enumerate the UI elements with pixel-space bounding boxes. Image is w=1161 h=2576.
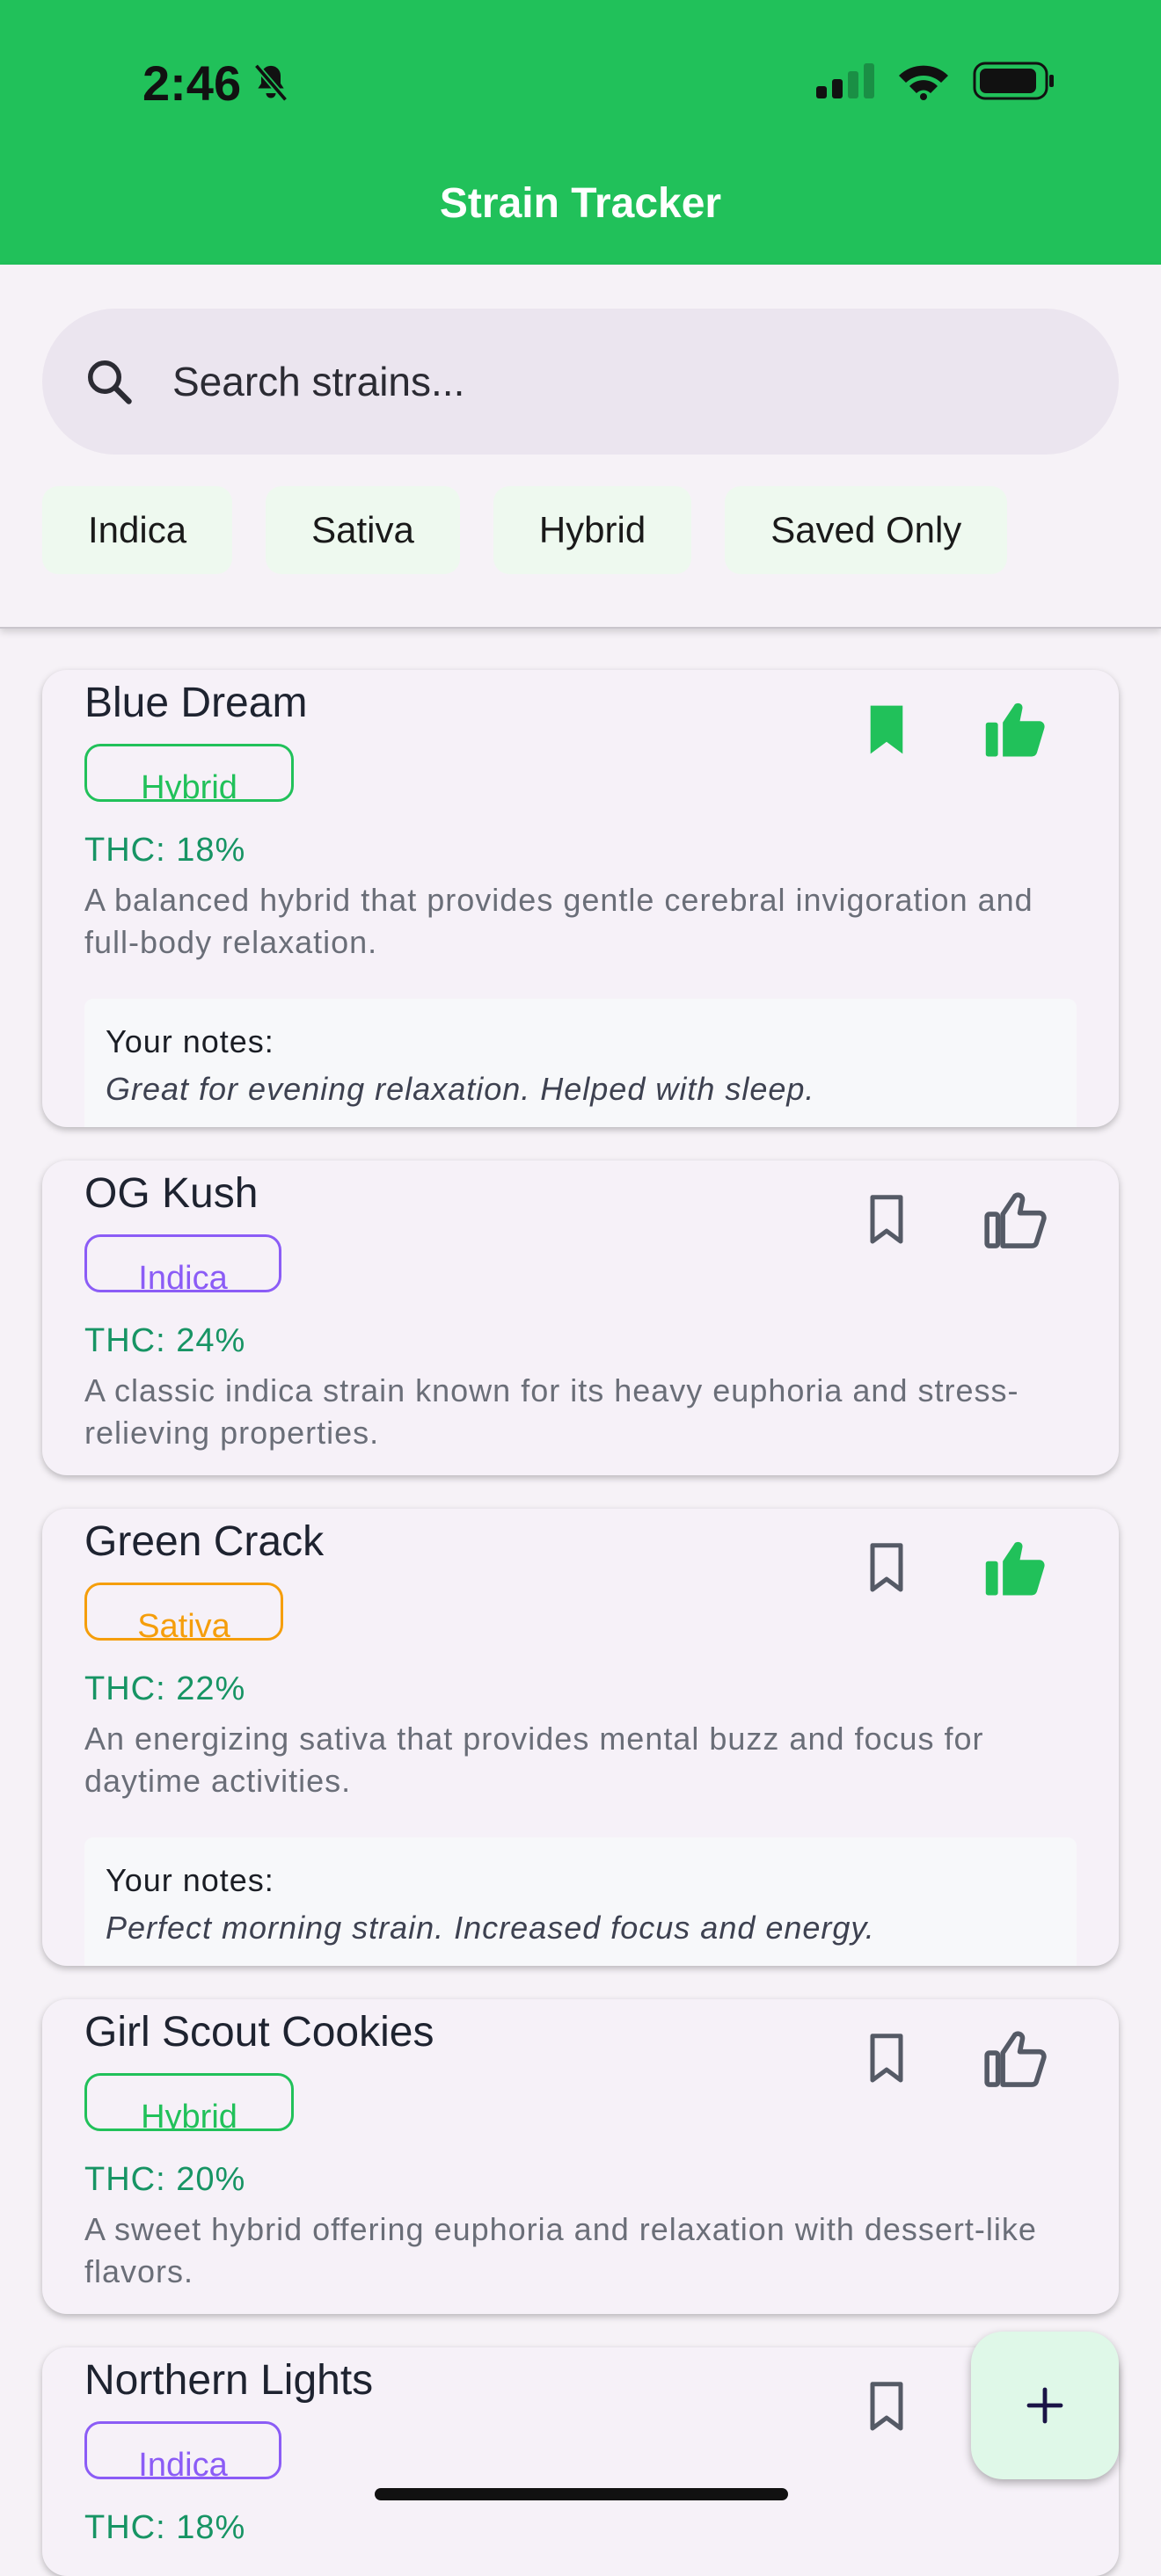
strain-name: Blue Dream <box>84 680 308 726</box>
strain-type-label: Indica <box>138 1260 228 1292</box>
bookmark-outline-icon[interactable] <box>862 2031 911 2087</box>
notes-label: Your notes: <box>106 1862 274 1898</box>
thc-value: THC: 22% <box>84 1670 246 1707</box>
search-icon <box>88 360 132 404</box>
cellular-signal-icon <box>816 63 874 98</box>
status-icons <box>816 62 1055 100</box>
search-bar[interactable] <box>42 309 1119 455</box>
filter-chip-hybrid[interactable]: Hybrid <box>493 486 692 574</box>
chip-label: Sativa <box>311 509 414 550</box>
strain-card[interactable]: OG Kush Indica THC: 24% A classic indica… <box>42 1161 1119 1475</box>
search-input[interactable] <box>171 357 1054 406</box>
notes-box: Your notes: Great for evening relaxation… <box>84 999 1077 1127</box>
battery-icon <box>973 62 1054 100</box>
thc-value: THC: 18% <box>84 832 246 869</box>
filter-chip-indica[interactable]: Indica <box>42 486 233 574</box>
strain-type-label: Hybrid <box>141 2099 237 2131</box>
strain-type-label: Sativa <box>137 1608 230 1641</box>
strain-type-badge: Hybrid <box>84 744 294 802</box>
plus-icon <box>1026 2387 1063 2424</box>
thc-value: THC: 18% <box>84 2509 246 2546</box>
filter-chip-saved-only[interactable]: Saved Only <box>725 486 1008 574</box>
home-indicator[interactable] <box>375 2488 788 2500</box>
strain-card[interactable]: Blue Dream Hybrid THC: 18% A balanced hy… <box>42 670 1119 1127</box>
app-bar: 2:46 Strain Tracker <box>0 0 1161 265</box>
strain-description: A sweet hybrid offering euphoria and rel… <box>84 2211 1037 2289</box>
notes-box: Your notes: Perfect morning strain. Incr… <box>84 1837 1077 1966</box>
strain-card[interactable]: Girl Scout Cookies Hybrid THC: 20% A swe… <box>42 1999 1119 2314</box>
chip-label: Indica <box>88 509 187 550</box>
page-title: Strain Tracker <box>439 180 722 227</box>
search-panel: Indica Sativa Hybrid Saved Only <box>0 265 1161 629</box>
strain-description: A balanced hybrid that provides gentle c… <box>84 882 1033 960</box>
filter-chips: Indica Sativa Hybrid Saved Only <box>42 486 1008 574</box>
strain-name: Northern Lights <box>84 2357 374 2404</box>
strain-card[interactable]: Green Crack Sativa THC: 22% An energizin… <box>42 1509 1119 1966</box>
strain-description: An energizing sativa that provides menta… <box>84 1721 984 1799</box>
bookmark-outline-icon[interactable] <box>862 1192 911 1248</box>
bell-muted-icon <box>253 62 288 102</box>
strain-type-badge: Sativa <box>84 1583 283 1641</box>
strain-type-label: Hybrid <box>141 769 237 802</box>
thumbs-up-outline-icon[interactable] <box>983 2029 1047 2089</box>
filter-chip-sativa[interactable]: Sativa <box>266 486 460 574</box>
thumbs-up-filled-icon[interactable] <box>983 700 1047 760</box>
strain-name: Girl Scout Cookies <box>84 2009 434 2056</box>
wifi-icon <box>899 65 948 100</box>
thumbs-up-outline-icon[interactable] <box>983 1190 1047 1250</box>
strain-type-badge: Indica <box>84 2421 281 2479</box>
strain-type-label: Indica <box>138 2447 228 2479</box>
notes-label: Your notes: <box>106 1023 274 1059</box>
bookmark-outline-icon[interactable] <box>862 2379 911 2435</box>
time-text: 2:46 <box>142 55 242 111</box>
thc-value: THC: 20% <box>84 2161 246 2198</box>
bookmark-outline-icon[interactable] <box>862 1540 911 1597</box>
thc-value: THC: 24% <box>84 1322 246 1359</box>
strain-name: Green Crack <box>84 1518 325 1565</box>
notes-text: Perfect morning strain. Increased focus … <box>106 1910 875 1946</box>
status-time: 2:46 <box>142 55 290 112</box>
strain-card[interactable]: Northern Lights Indica THC: 18% <box>42 2347 1119 2576</box>
strain-name: OG Kush <box>84 1170 259 1217</box>
add-strain-button[interactable] <box>971 2332 1119 2479</box>
thumbs-up-filled-icon[interactable] <box>983 1539 1047 1598</box>
strain-type-badge: Hybrid <box>84 2073 294 2131</box>
notes-text: Great for evening relaxation. Helped wit… <box>106 1071 815 1107</box>
bookmark-filled-icon[interactable] <box>862 702 911 758</box>
strain-type-badge: Indica <box>84 1234 281 1292</box>
chip-label: Saved Only <box>770 509 962 550</box>
strain-description: A classic indica strain known for its he… <box>84 1372 1019 1451</box>
chip-label: Hybrid <box>538 509 646 550</box>
